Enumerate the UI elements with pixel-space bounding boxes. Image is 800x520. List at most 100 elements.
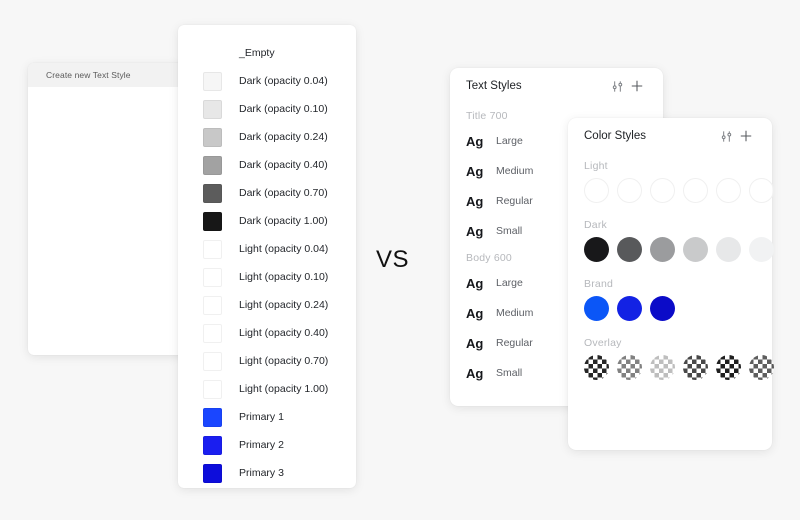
color-style-label: Primary 2 bbox=[239, 439, 284, 451]
color-group-label: Dark bbox=[584, 219, 607, 231]
text-style-size-label: Medium bbox=[496, 307, 534, 319]
color-style-row[interactable]: Light (opacity 1.00) bbox=[178, 375, 356, 403]
ag-specimen: Ag bbox=[466, 223, 484, 239]
color-swatch-circle[interactable] bbox=[584, 178, 609, 203]
color-style-label: Primary 3 bbox=[239, 467, 284, 479]
color-style-label: Primary 1 bbox=[239, 411, 284, 423]
color-style-row[interactable]: Dark (opacity 0.70) bbox=[178, 179, 356, 207]
color-style-label: Dark (opacity 0.24) bbox=[239, 131, 328, 143]
color-styles-header: Color Styles bbox=[568, 118, 772, 154]
color-swatch-circle[interactable] bbox=[683, 237, 708, 262]
color-swatch bbox=[203, 379, 222, 399]
color-style-row[interactable]: Primary 1 bbox=[178, 403, 356, 431]
color-swatch bbox=[203, 127, 222, 147]
color-swatch-circle[interactable] bbox=[683, 178, 708, 203]
color-swatch-circle[interactable] bbox=[617, 178, 642, 203]
color-swatch-circle[interactable] bbox=[716, 355, 741, 380]
color-swatch-row bbox=[568, 176, 774, 213]
plus-icon[interactable] bbox=[627, 76, 647, 96]
text-styles-title: Text Styles bbox=[466, 80, 522, 92]
canvas: Create new Text Style _Empty Dark (opacit… bbox=[0, 0, 800, 520]
color-style-label: Dark (opacity 0.40) bbox=[239, 159, 328, 171]
color-swatch-circle[interactable] bbox=[683, 355, 708, 380]
color-swatch-circle[interactable] bbox=[650, 178, 675, 203]
ag-specimen: Ag bbox=[466, 305, 484, 321]
color-style-row[interactable]: Light (opacity 0.10) bbox=[178, 263, 356, 291]
color-swatch-circle[interactable] bbox=[749, 355, 774, 380]
color-swatch-circle[interactable] bbox=[617, 355, 642, 380]
color-style-row[interactable]: Light (opacity 0.70) bbox=[178, 347, 356, 375]
color-style-label: Light (opacity 0.10) bbox=[239, 271, 329, 283]
ag-specimen: Ag bbox=[466, 133, 484, 149]
color-style-row[interactable]: Primary 3 bbox=[178, 459, 356, 487]
color-swatch bbox=[203, 267, 222, 287]
color-swatch bbox=[203, 295, 222, 315]
ag-specimen: Ag bbox=[466, 193, 484, 209]
color-style-label: Dark (opacity 0.10) bbox=[239, 103, 328, 115]
color-styles-body: Light Dark Brand Overlay bbox=[568, 154, 774, 390]
color-swatch-circle[interactable] bbox=[749, 178, 774, 203]
color-style-row[interactable]: Light (opacity 0.04) bbox=[178, 235, 356, 263]
text-style-size-label: Regular bbox=[496, 337, 533, 349]
color-swatch-circle[interactable] bbox=[650, 355, 675, 380]
color-style-list-panel: _Empty Dark (opacity 0.04) Dark (opacity 0… bbox=[178, 25, 356, 488]
color-style-row[interactable]: Dark (opacity 0.24) bbox=[178, 123, 356, 151]
color-group-label: Overlay bbox=[584, 337, 622, 349]
color-swatch bbox=[203, 351, 222, 371]
color-style-label: Dark (opacity 1.00) bbox=[239, 215, 328, 227]
color-style-list: _Empty Dark (opacity 0.04) Dark (opacity 0… bbox=[178, 25, 356, 497]
color-swatch-circle[interactable] bbox=[749, 237, 774, 262]
text-styles-header: Text Styles bbox=[450, 68, 663, 104]
color-swatch bbox=[203, 155, 222, 175]
color-styles-panel: Color Styles Light Dark Brand Overlay bbox=[568, 118, 774, 450]
text-style-size-label: Small bbox=[496, 367, 523, 379]
color-swatch-circle[interactable] bbox=[584, 355, 609, 380]
color-style-row[interactable]: Dark (opacity 0.04) bbox=[178, 67, 356, 95]
color-style-row[interactable]: Primary 2 bbox=[178, 431, 356, 459]
versus-label: VS bbox=[376, 246, 410, 273]
color-style-row[interactable]: Light (opacity 0.24) bbox=[178, 291, 356, 319]
text-style-size-label: Small bbox=[496, 225, 523, 237]
color-swatch-row bbox=[568, 294, 772, 331]
color-group-label: Light bbox=[584, 160, 608, 172]
ag-specimen: Ag bbox=[466, 335, 484, 351]
ag-specimen: Ag bbox=[466, 163, 484, 179]
color-swatch-circle[interactable] bbox=[650, 296, 675, 321]
ag-specimen: Ag bbox=[466, 365, 484, 381]
color-swatch bbox=[203, 407, 222, 427]
color-swatch-row bbox=[568, 353, 774, 390]
color-style-label: Light (opacity 0.24) bbox=[239, 299, 329, 311]
color-style-row[interactable]: Dark (opacity 0.10) bbox=[178, 95, 356, 123]
color-style-row[interactable]: _Empty bbox=[178, 39, 356, 67]
color-style-row[interactable]: Dark (opacity 1.00) bbox=[178, 207, 356, 235]
color-swatch-circle[interactable] bbox=[650, 237, 675, 262]
color-swatch-circle[interactable] bbox=[584, 296, 609, 321]
color-swatch bbox=[203, 183, 222, 203]
color-styles-title: Color Styles bbox=[584, 130, 646, 142]
text-style-size-label: Regular bbox=[496, 195, 533, 207]
color-swatch-circle[interactable] bbox=[716, 178, 741, 203]
menu-header-label: Create new Text Style bbox=[46, 70, 131, 80]
color-swatch-circle[interactable] bbox=[617, 296, 642, 321]
color-style-label: Dark (opacity 0.04) bbox=[239, 75, 328, 87]
color-style-label: Dark (opacity 0.70) bbox=[239, 187, 328, 199]
color-swatch bbox=[203, 323, 222, 343]
color-style-label: _Empty bbox=[239, 47, 275, 59]
color-swatch-row bbox=[568, 235, 774, 272]
color-style-row[interactable]: Light (opacity 0.40) bbox=[178, 319, 356, 347]
text-style-size-label: Large bbox=[496, 135, 523, 147]
color-style-label: Light (opacity 0.70) bbox=[239, 355, 329, 367]
sliders-icon[interactable] bbox=[607, 76, 627, 96]
color-swatch-circle[interactable] bbox=[716, 237, 741, 262]
color-style-label: Light (opacity 0.04) bbox=[239, 243, 329, 255]
color-style-row[interactable]: Dark (opacity 0.40) bbox=[178, 151, 356, 179]
text-style-size-label: Large bbox=[496, 277, 523, 289]
color-swatch-circle[interactable] bbox=[584, 237, 609, 262]
color-swatch-circle[interactable] bbox=[617, 237, 642, 262]
plus-icon[interactable] bbox=[736, 126, 756, 146]
color-swatch bbox=[203, 44, 222, 63]
color-swatch bbox=[203, 463, 222, 483]
color-swatch bbox=[203, 239, 222, 259]
color-swatch bbox=[203, 71, 222, 91]
sliders-icon[interactable] bbox=[716, 126, 736, 146]
